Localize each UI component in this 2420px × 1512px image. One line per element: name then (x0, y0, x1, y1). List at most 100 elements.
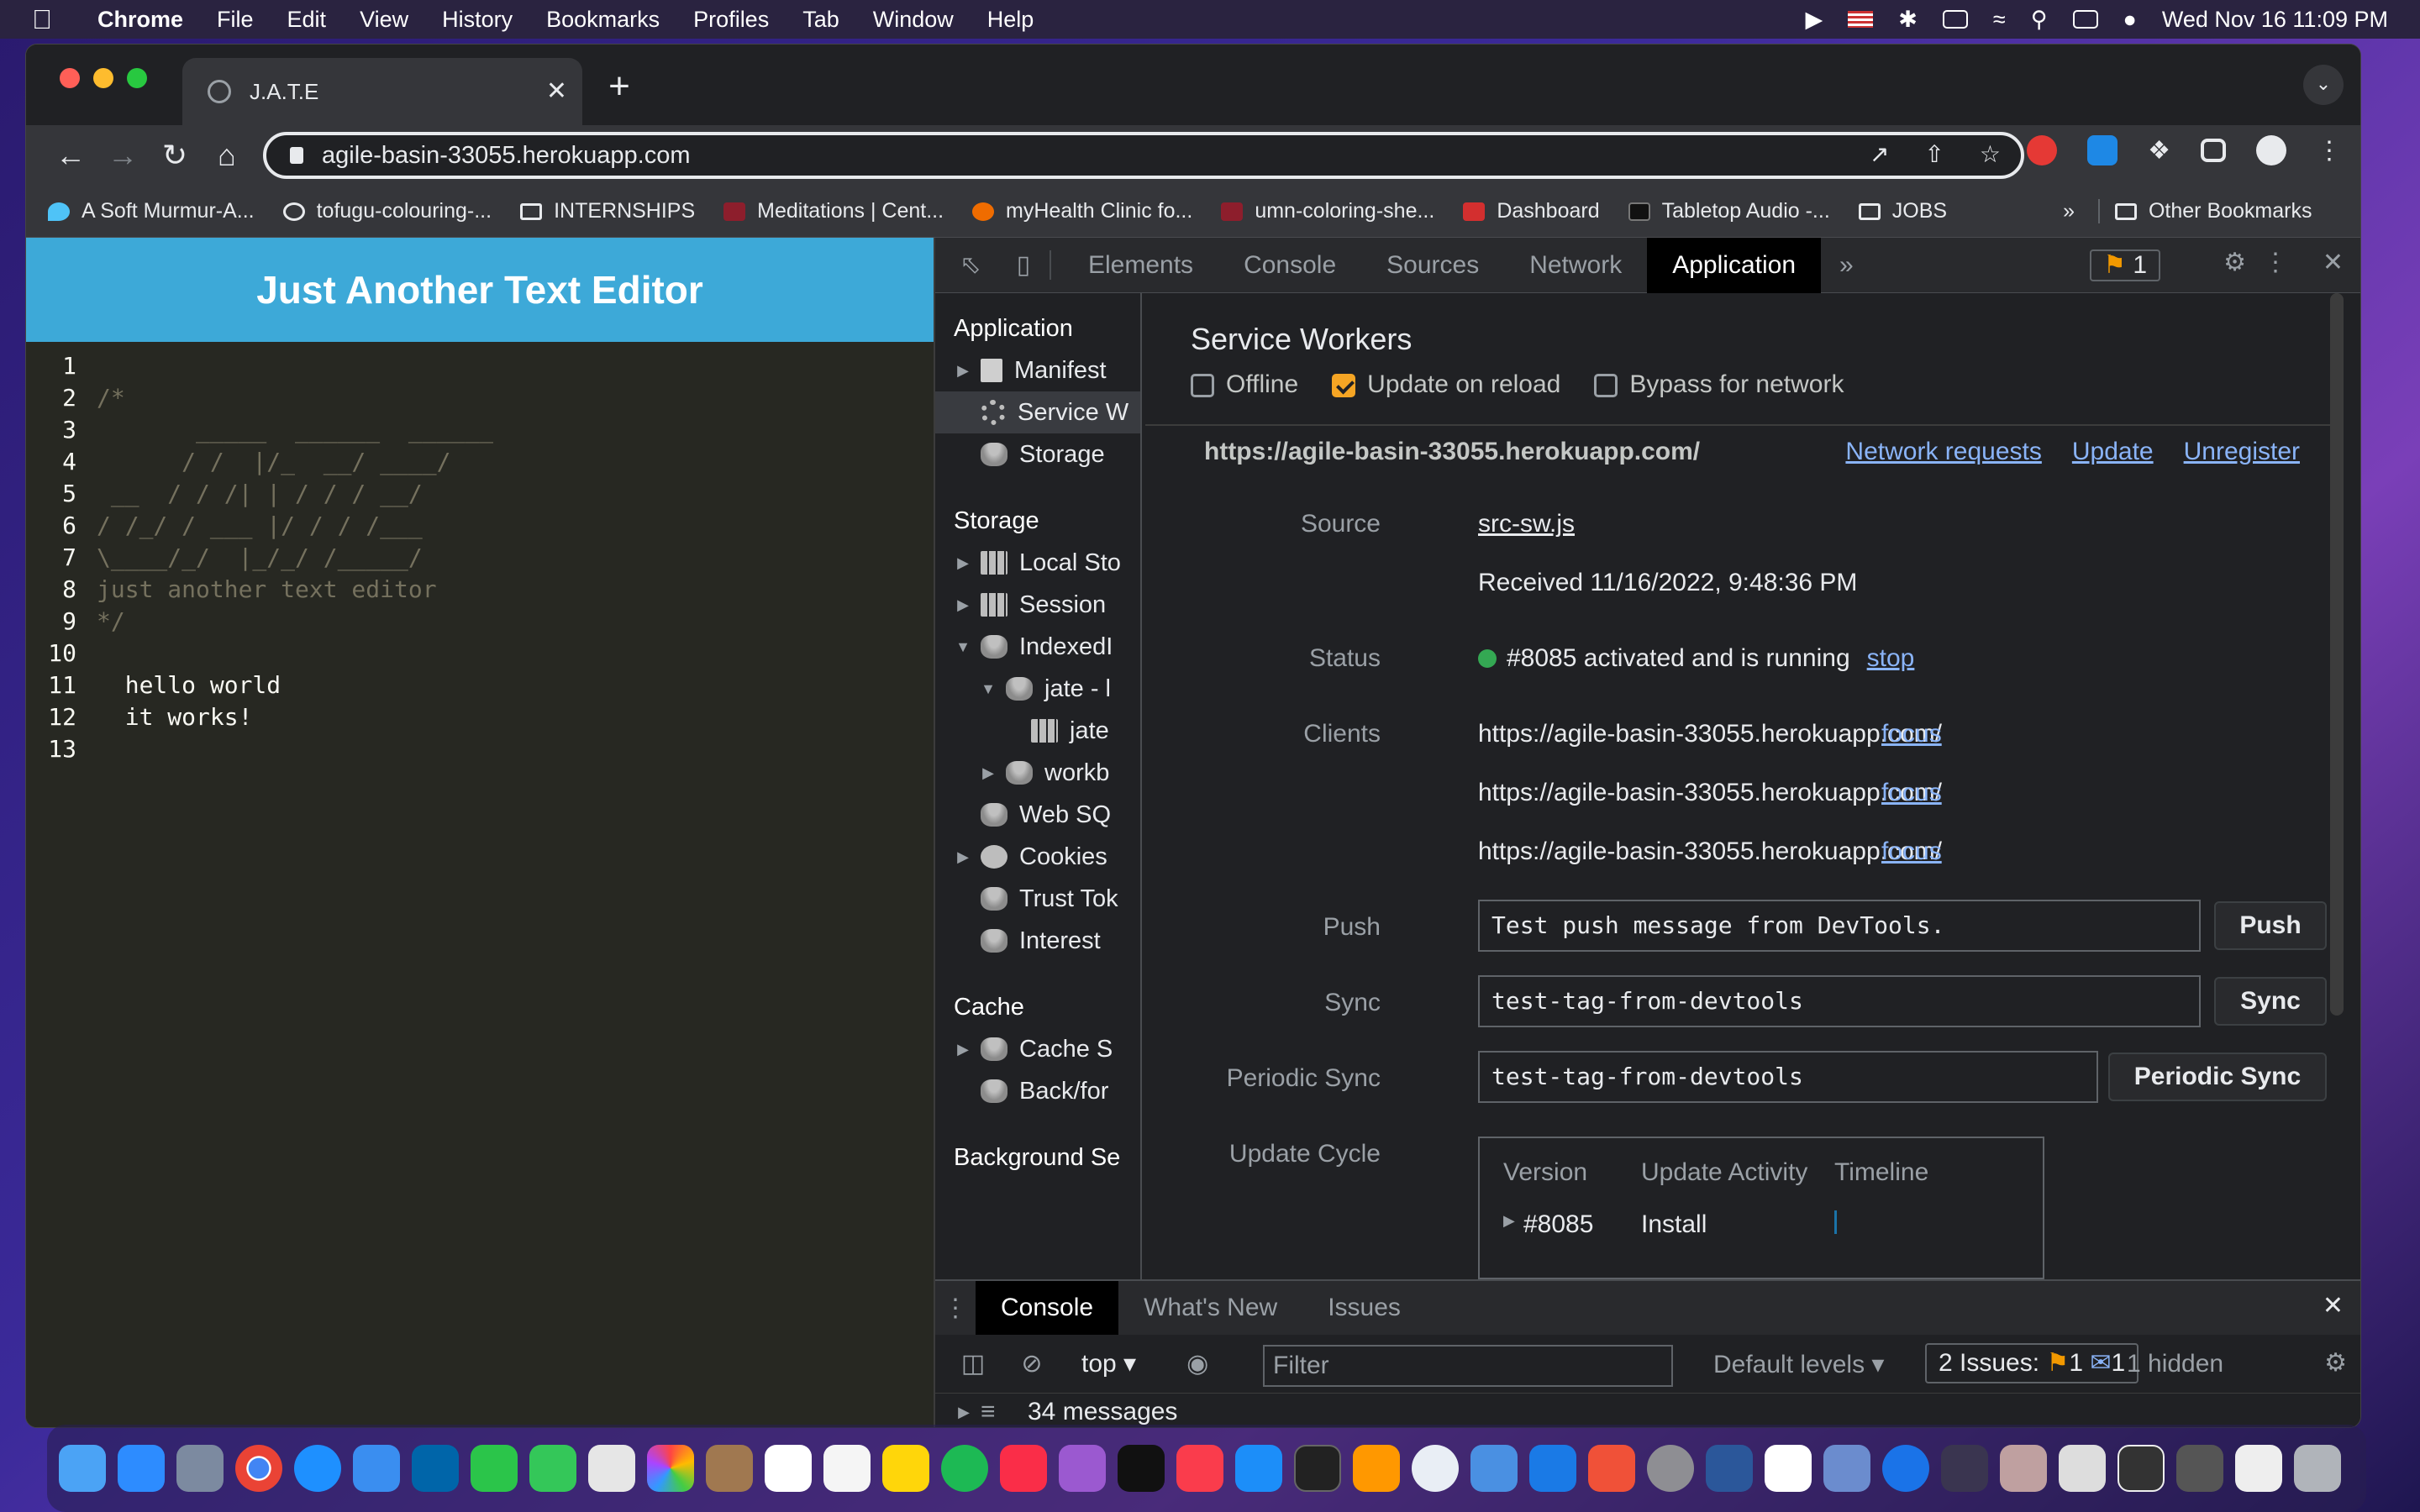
system-preferences-icon[interactable] (1647, 1445, 1694, 1492)
kebab-menu-icon[interactable]: ⋮ (2317, 136, 2342, 165)
editor-line[interactable]: 8 just another text editor (26, 574, 934, 606)
periodic-sync-button[interactable]: Periodic Sync (2108, 1053, 2327, 1101)
menu-window[interactable]: Window (856, 7, 971, 33)
flag-icon[interactable] (1848, 11, 1874, 28)
battery-icon[interactable] (1942, 10, 1968, 29)
chrome-icon[interactable] (235, 1445, 282, 1492)
triangle-right-icon[interactable]: ▶ (1503, 1212, 1515, 1230)
periodic-sync-input[interactable]: test-tag-from-devtools (1478, 1051, 2098, 1103)
triangle-right-icon[interactable]: ▶ (954, 836, 972, 878)
sidebar-item-jate-db[interactable]: ▼ jate - l (935, 668, 1140, 710)
url-text[interactable]: agile-basin-33055.herokuapp.com (322, 142, 691, 170)
bookmarks-overflow[interactable]: » (2063, 199, 2075, 223)
siri-icon[interactable]: ● (2123, 7, 2137, 33)
sync-input[interactable]: test-tag-from-devtools (1478, 975, 2201, 1027)
clear-console-icon[interactable]: ⊘ (1002, 1349, 1061, 1378)
editor-line[interactable]: 1 (26, 350, 934, 382)
code-editor[interactable]: 1 2/* 3 _____ ______ ______ 4 / / |/_ __/ _… (26, 342, 934, 765)
update-link[interactable]: Update (2072, 438, 2154, 466)
sidebar-item-trust-tokens[interactable]: Trust Tok (935, 878, 1140, 920)
downloads-stack-icon[interactable] (2000, 1445, 2047, 1492)
menu-history[interactable]: History (425, 7, 529, 33)
editor-line[interactable]: 12 it works! (26, 701, 934, 733)
editor-line[interactable]: 6/ /_/ / ___ |/ / / /___ (26, 510, 934, 542)
bookmark-folder[interactable]: INTERNSHIPS (520, 199, 695, 223)
editor-line[interactable]: 13 (26, 733, 934, 765)
line-content[interactable]: it works! (76, 701, 253, 733)
zoom-icon[interactable] (118, 1445, 165, 1492)
app-store-icon[interactable] (1235, 1445, 1282, 1492)
push-input[interactable]: Test push message from DevTools. (1478, 900, 2201, 952)
extension-red-icon[interactable] (2027, 135, 2058, 165)
sync-button[interactable]: Sync (2214, 977, 2327, 1026)
sidebar-item-back-forward-cache[interactable]: Back/for (935, 1070, 1140, 1112)
focus-link[interactable]: focus (1881, 837, 1942, 866)
menu-app-name[interactable]: Chrome (71, 7, 200, 33)
news-icon[interactable] (1176, 1445, 1223, 1492)
bluetooth-icon[interactable]: ✱ (1898, 7, 1918, 33)
issues-counter[interactable]: ⚑ 1 (2090, 249, 2160, 281)
eye-icon[interactable]: ◉ (1186, 1349, 1208, 1378)
sidebar-item-web-sql[interactable]: Web SQ (935, 794, 1140, 836)
close-drawer-icon[interactable]: ✕ (2323, 1291, 2344, 1320)
stop-link[interactable]: stop (1867, 644, 1915, 673)
more-tabs-icon[interactable]: » (1821, 251, 1854, 280)
sidebar-item-service-workers[interactable]: Service W (935, 391, 1140, 433)
sidebar-item-manifest[interactable]: ▶ Manifest (935, 349, 1140, 391)
tab-application[interactable]: Application (1647, 237, 1821, 293)
facetime-icon[interactable] (471, 1445, 518, 1492)
sidebar-toggle-icon[interactable]: ◫ (944, 1349, 1002, 1378)
play-icon[interactable]: ▶ (1806, 7, 1823, 33)
bookmark-item[interactable]: Tabletop Audio -... (1628, 199, 1830, 223)
screenshot-window-icon[interactable] (2059, 1445, 2106, 1492)
side-panel-icon[interactable] (2201, 139, 2226, 162)
line-content[interactable] (76, 350, 97, 382)
minimize-window-button[interactable] (93, 68, 113, 88)
back-arrow-icon[interactable]: ← (45, 138, 97, 173)
profile-avatar[interactable] (2256, 135, 2286, 165)
contacts-icon[interactable] (706, 1445, 753, 1492)
console-settings-gear-icon[interactable]: ⚙ (2324, 1348, 2347, 1378)
simulator-icon[interactable] (1529, 1445, 1576, 1492)
apple-tv-icon[interactable] (1118, 1445, 1165, 1492)
address-bar[interactable]: agile-basin-33055.herokuapp.com ↗ ⇧ ☆ (263, 132, 2024, 179)
bookmark-item[interactable]: A Soft Murmur-A... (48, 199, 255, 223)
checkbox-checked-icon[interactable] (1332, 374, 1356, 398)
kebab-menu-icon[interactable]: ⋮ (2263, 248, 2288, 277)
triangle-down-icon[interactable]: ▼ (954, 626, 972, 668)
puzzle-icon[interactable]: ❖ (2148, 136, 2170, 165)
editor-line[interactable]: 10 (26, 638, 934, 669)
bookmark-item[interactable]: Dashboard (1463, 199, 1600, 223)
line-content[interactable]: */ (76, 606, 125, 638)
music-icon[interactable] (1000, 1445, 1047, 1492)
network-requests-link[interactable]: Network requests (1845, 438, 2041, 466)
reload-icon[interactable]: ↻ (149, 138, 201, 173)
drawer-menu-icon[interactable]: ⋮ (935, 1294, 976, 1323)
open-in-app-icon[interactable]: ↗ (1870, 140, 1889, 168)
podcasts-icon[interactable] (1059, 1445, 1106, 1492)
focus-link[interactable]: focus (1881, 779, 1942, 807)
sublime-icon[interactable] (1353, 1445, 1400, 1492)
line-content[interactable]: / / |/_ __/ ____/ (76, 446, 450, 478)
screenshot-window-icon[interactable] (2176, 1445, 2223, 1492)
line-content[interactable]: / /_/ / ___ |/ / / /___ (76, 510, 423, 542)
tab-sources[interactable]: Sources (1361, 238, 1504, 293)
menu-file[interactable]: File (200, 7, 271, 33)
reminders-icon[interactable] (823, 1445, 871, 1492)
finder-icon[interactable] (59, 1445, 106, 1492)
editor-line[interactable]: 9 */ (26, 606, 934, 638)
word-icon[interactable] (1706, 1445, 1753, 1492)
scrollbar[interactable] (2330, 293, 2344, 1016)
slack-icon[interactable] (1765, 1445, 1812, 1492)
bookmark-folder[interactable]: JOBS (1858, 199, 1947, 223)
tab-elements[interactable]: Elements (1063, 238, 1218, 293)
editor-line[interactable]: 7 \____/_/ |_/_/ /_____/ (26, 542, 934, 574)
other-bookmarks[interactable]: Other Bookmarks (2097, 199, 2312, 223)
menu-profiles[interactable]: Profiles (676, 7, 786, 33)
lock-icon[interactable] (290, 147, 303, 164)
sidebar-item-cookies[interactable]: ▶ Cookies (935, 836, 1140, 878)
triangle-right-icon[interactable]: ▶ (954, 349, 972, 391)
drawer-tab-whats-new[interactable]: What's New (1118, 1280, 1302, 1336)
launchpad-icon[interactable] (176, 1445, 224, 1492)
close-tab-icon[interactable]: ✕ (546, 76, 567, 106)
